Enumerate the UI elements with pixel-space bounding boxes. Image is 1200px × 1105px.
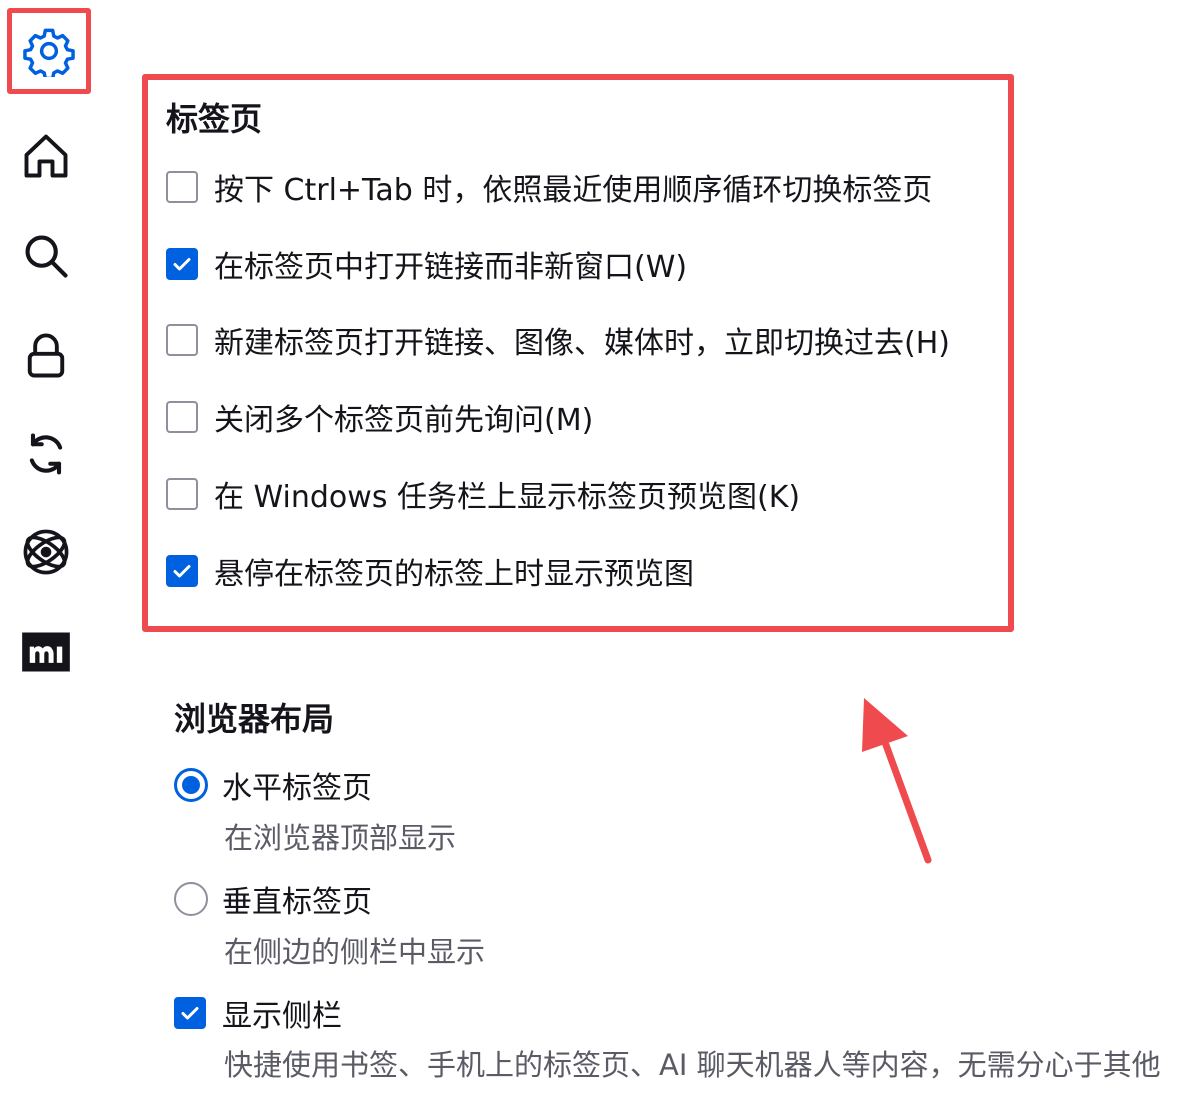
- settings-sidebar: [0, 0, 100, 1105]
- checkmark-icon: [173, 258, 191, 271]
- radio-label: 水平标签页: [222, 771, 372, 806]
- radio-label: 垂直标签页: [222, 885, 372, 920]
- checkbox-show-sidebar[interactable]: [174, 997, 206, 1029]
- tab-option-open-links-in-tabs[interactable]: 在标签页中打开链接而非新窗口(W): [166, 242, 687, 286]
- layout-option-vertical[interactable]: 垂直标签页: [174, 877, 372, 921]
- section-title-browser-layout: 浏览器布局: [174, 700, 335, 738]
- settings-page: 标签页 按下 Ctrl+Tab 时，依照最近使用顺序循环切换标签页 在标签页中打…: [0, 0, 1200, 1105]
- lock-icon: [27, 333, 65, 378]
- show-sidebar-description: 快捷使用书签、手机上的标签页、AI 聊天机器人等内容，无需分心于其他: [224, 1048, 1161, 1082]
- checkbox-label: 关闭多个标签页前先询问(M): [214, 403, 594, 438]
- horizontal-tabs-description: 在浏览器顶部显示: [224, 821, 457, 855]
- sidebar-item-home[interactable]: [8, 118, 84, 194]
- checkmark-icon: [181, 1007, 199, 1020]
- checkmark-icon: [173, 565, 191, 578]
- home-icon: [24, 134, 68, 178]
- checkbox-switch-immediately[interactable]: [166, 324, 198, 356]
- checkbox-hover-previews[interactable]: [166, 555, 198, 587]
- checkbox-label: 新建标签页打开链接、图像、媒体时，立即切换过去(H): [214, 326, 950, 361]
- sidebar-item-sync[interactable]: [8, 416, 84, 492]
- checkbox-ctrl-tab[interactable]: [166, 171, 198, 203]
- checkbox-label: 在 Windows 任务栏上显示标签页预览图(K): [214, 480, 801, 515]
- checkbox-taskbar-previews[interactable]: [166, 478, 198, 510]
- annotation-arrow-icon: [862, 698, 932, 864]
- tab-option-switch-immediately[interactable]: 新建标签页打开链接、图像、媒体时，立即切换过去(H): [166, 318, 950, 362]
- sidebar-item-more-from-mozilla[interactable]: [8, 614, 84, 690]
- checkbox-label: 在标签页中打开链接而非新窗口(W): [214, 250, 688, 285]
- search-icon: [25, 235, 68, 278]
- tab-option-taskbar-previews[interactable]: 在 Windows 任务栏上显示标签页预览图(K): [166, 472, 800, 516]
- radio-dot: [182, 776, 200, 794]
- atom-icon: [23, 529, 69, 575]
- checkbox-label: 显示侧栏: [222, 999, 342, 1034]
- sidebar-item-search[interactable]: [8, 218, 84, 294]
- layout-option-show-sidebar[interactable]: 显示侧栏: [174, 991, 342, 1035]
- gear-icon: [23, 28, 75, 77]
- sync-icon: [29, 433, 63, 475]
- sidebar-item-privacy[interactable]: [8, 318, 84, 394]
- section-title-tabs: 标签页: [166, 100, 263, 138]
- tab-option-ctrl-tab[interactable]: 按下 Ctrl+Tab 时，依照最近使用顺序循环切换标签页: [166, 165, 932, 209]
- checkbox-label: 悬停在标签页的标签上时显示预览图: [214, 557, 694, 592]
- sidebar-item-general[interactable]: [7, 8, 91, 94]
- sidebar-item-experiments[interactable]: [8, 514, 84, 590]
- tab-option-hover-previews[interactable]: 悬停在标签页的标签上时显示预览图: [166, 549, 694, 593]
- radio-horizontal-tabs[interactable]: [174, 768, 208, 802]
- checkbox-open-links-in-tabs[interactable]: [166, 248, 198, 280]
- checkbox-label: 按下 Ctrl+Tab 时，依照最近使用顺序循环切换标签页: [214, 173, 933, 208]
- radio-vertical-tabs[interactable]: [174, 882, 208, 916]
- mozilla-m-icon: [22, 632, 70, 672]
- layout-option-horizontal[interactable]: 水平标签页: [174, 763, 372, 807]
- vertical-tabs-description: 在侧边的侧栏中显示: [224, 935, 486, 969]
- tab-option-warn-on-close[interactable]: 关闭多个标签页前先询问(M): [166, 395, 593, 439]
- checkbox-warn-on-close[interactable]: [166, 401, 198, 433]
